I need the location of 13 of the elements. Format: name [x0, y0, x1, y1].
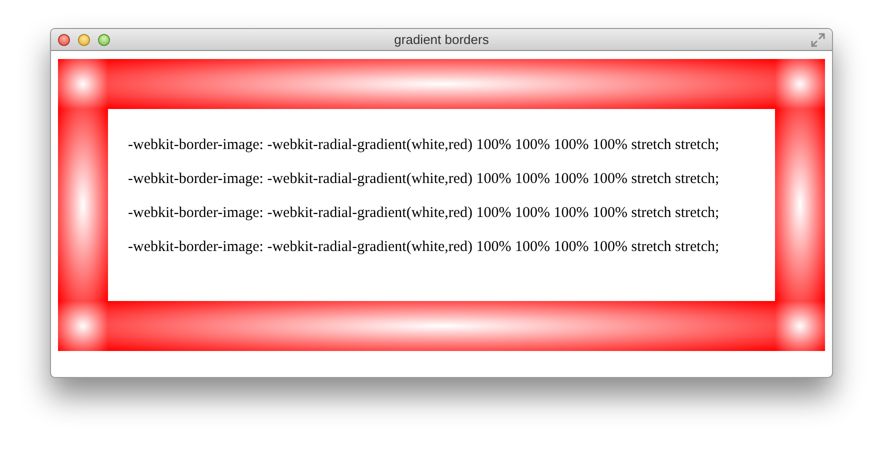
window-title: gradient borders [394, 30, 489, 49]
css-code-line: -webkit-border-image: -webkit-radial-gradient(white,red) 100% 100% 100% 100% stretch stretch; [128, 136, 720, 155]
css-code-line: -webkit-border-image: -webkit-radial-gradient(white,red) 100% 100% 100% 100% stretch stretch; [128, 204, 720, 223]
minimize-button[interactable] [78, 34, 90, 46]
css-code-line: -webkit-border-image: -webkit-radial-gradient(white,red) 100% 100% 100% 100% stretch stretch; [128, 238, 720, 257]
gradient-corner [775, 301, 825, 351]
gradient-corner [775, 59, 825, 109]
gradient-corner [58, 59, 108, 109]
fullscreen-icon[interactable] [811, 32, 825, 46]
gradient-corner [58, 301, 108, 351]
close-button[interactable] [58, 34, 70, 46]
css-code-line: -webkit-border-image: -webkit-radial-gradient(white,red) 100% 100% 100% 100% stretch stretch; [128, 170, 720, 189]
zoom-button[interactable] [98, 34, 110, 46]
